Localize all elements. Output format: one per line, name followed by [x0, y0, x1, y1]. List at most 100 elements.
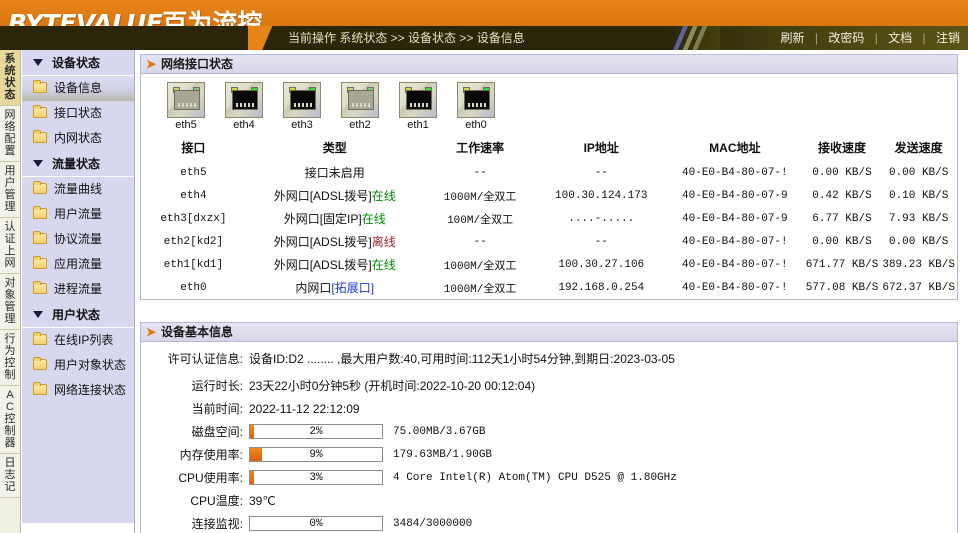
rj45-icon — [457, 82, 495, 118]
uptime-label: 运行时长: — [191, 379, 243, 393]
vtab-char: 管 — [4, 189, 16, 201]
cell-speed: 1000M/全双工 — [443, 283, 517, 296]
sidebar-item-0-0[interactable]: 设备信息 — [22, 76, 134, 101]
change-password-link[interactable]: 改密码 — [828, 31, 864, 45]
vtab-char: 网 — [4, 109, 16, 121]
cell-type: 内网口[拓展口] — [246, 276, 424, 299]
vertical-tab-strip: 系统状态网络配置用户管理认证上网对象管理行为控制AC控制器日志记 — [0, 50, 21, 533]
sidebar-item-2-2[interactable]: 网络连接状态 — [22, 378, 134, 403]
rj45-jack — [174, 90, 200, 110]
sidebar-item-2-1[interactable]: 用户对象状态 — [22, 353, 134, 378]
vtab-5[interactable]: 行为控制 — [0, 330, 20, 386]
port-icon-eth4[interactable]: eth4 — [223, 82, 265, 131]
meter-row-2: CPU使用率: 3% 4 Core Intel(R) Atom(TM) CPU D5… — [141, 469, 957, 486]
folder-icon — [33, 281, 47, 294]
nav-links: 刷新 | 改密码 | 文档 | 注销 — [781, 26, 961, 50]
nav-stripes-decoration — [670, 26, 720, 50]
port-icon-eth3[interactable]: eth3 — [281, 82, 323, 131]
sidebar-item-1-3[interactable]: 应用流量 — [22, 252, 134, 277]
sidebar-item-1-2[interactable]: 协议流量 — [22, 227, 134, 252]
col-header-0: 接口 — [181, 141, 206, 155]
interface-table: 接口 类型 工作速率 IP地址 MAC地址 接收速度 发送速度 eth5 接口未启用 -- -- 4… — [141, 136, 957, 299]
rj45-jack — [232, 90, 258, 110]
col-header-2: 工作速率 — [456, 141, 505, 155]
vtab-char: C — [6, 401, 14, 413]
meter-label: 磁盘空间: — [191, 425, 243, 439]
sidebar-filler — [22, 403, 134, 523]
refresh-link[interactable]: 刷新 — [781, 31, 805, 45]
nav-separator: | — [814, 31, 818, 45]
sidebar-item-label: 在线IP列表 — [54, 333, 114, 347]
meter-detail: 4 Core Intel(R) Atom(TM) CPU D525 @ 1.80… — [393, 471, 677, 484]
app-window: BYTEVALUE百为流控 当前操作 系统状态 >> 设备状态 >> 设备信息 … — [0, 0, 968, 533]
meter-progress: 9% — [249, 447, 383, 462]
network-interface-panel: ➤ 网络接口状态 eth5 eth4 eth3 eth2 eth1 eth0 接口 类型 工作… — [140, 54, 958, 300]
sidebar-item-1-4[interactable]: 进程流量 — [22, 277, 134, 302]
cell-type-main: 内网口 — [295, 281, 332, 295]
meter-progress: 3% — [249, 470, 383, 485]
cell-type: 外网口[固定IP]在线 — [246, 207, 424, 230]
port-icon-eth0[interactable]: eth0 — [455, 82, 497, 131]
sidebar-item-0-2[interactable]: 内网状态 — [22, 126, 134, 151]
table-row: eth3[dxzx] 外网口[固定IP]在线 100M/全双工 ....-..... 4… — [141, 207, 957, 230]
vtab-4[interactable]: 对象管理 — [0, 274, 20, 330]
sidebar-group-1[interactable]: 流量状态 — [22, 151, 134, 177]
meter-percent: 9% — [309, 449, 323, 461]
cell-mac: 40-E0-B4-80-07-! — [682, 258, 788, 271]
sidebar-item-2-0[interactable]: 在线IP列表 — [22, 328, 134, 353]
sidebar-group-2[interactable]: 用户状态 — [22, 302, 134, 328]
folder-icon — [33, 181, 47, 194]
cell-mac: 40-E0-B4-80-07-! — [682, 235, 788, 248]
cell-type-main: 外网口[ADSL拨号] — [273, 258, 372, 272]
network-interface-panel-title-text: 网络接口状态 — [161, 57, 234, 71]
port-icon-row: eth5 eth4 eth3 eth2 eth1 eth0 — [141, 74, 957, 136]
vtab-char: 系 — [4, 53, 16, 65]
vtab-char: 户 — [4, 177, 16, 189]
logout-link[interactable]: 注销 — [936, 31, 960, 45]
cell-mac: 40-E0-B4-80-07-9 — [682, 212, 788, 225]
sidebar-group-label: 设备状态 — [52, 56, 101, 70]
chevron-down-icon — [33, 160, 43, 167]
vtab-char: 日 — [4, 457, 16, 469]
network-interface-panel-title: ➤ 网络接口状态 — [141, 55, 957, 74]
vtab-char: 行 — [4, 333, 16, 345]
cell-tx: 7.93 KB/S — [888, 212, 949, 225]
nav-left-wedge-decoration — [248, 26, 286, 50]
sidebar-item-1-0[interactable]: 流量曲线 — [22, 177, 134, 202]
sidebar-item-label: 用户对象状态 — [54, 358, 127, 372]
table-row: eth0 内网口[拓展口] 1000M/全双工 192.168.0.254 40-E0-… — [141, 276, 957, 299]
sidebar-item-1-1[interactable]: 用户流量 — [22, 202, 134, 227]
sidebar-group-label: 流量状态 — [52, 157, 101, 171]
docs-link[interactable]: 文档 — [888, 31, 912, 45]
interface-table-header-row: 接口 类型 工作速率 IP地址 MAC地址 接收速度 发送速度 — [141, 136, 957, 161]
vtab-2[interactable]: 用户管理 — [0, 162, 20, 218]
content-area: ➤ 网络接口状态 eth5 eth4 eth3 eth2 eth1 eth0 接口 类型 工作… — [136, 50, 968, 533]
port-label: eth5 — [175, 119, 197, 131]
vtab-6[interactable]: AC控制器 — [0, 386, 20, 454]
sidebar-item-label: 设备信息 — [54, 81, 103, 95]
vtab-char: 象 — [4, 289, 16, 301]
cell-rx: 0.00 KB/S — [812, 235, 872, 248]
port-icon-eth1[interactable]: eth1 — [397, 82, 439, 131]
col-header-3: IP地址 — [583, 141, 619, 155]
vtab-char: 志 — [4, 469, 16, 481]
sidebar-item-0-1[interactable]: 接口状态 — [22, 101, 134, 126]
cell-speed: 100M/全双工 — [447, 214, 514, 227]
vtab-char: 理 — [4, 201, 16, 213]
vtab-7[interactable]: 日志记 — [0, 454, 20, 498]
vtab-0[interactable]: 系统状态 — [0, 50, 20, 106]
sidebar-group-0[interactable]: 设备状态 — [22, 50, 134, 76]
vtab-1[interactable]: 网络配置 — [0, 106, 20, 162]
vtab-char: 置 — [4, 145, 16, 157]
vtab-char: 状 — [4, 77, 16, 89]
cell-tx: 0.10 KB/S — [888, 189, 949, 202]
vtab-3[interactable]: 认证上网 — [0, 218, 20, 274]
port-icon-eth5[interactable]: eth5 — [165, 82, 207, 131]
uptime-row: 运行时长: 23天22小时0分钟5秒 (开机时间:2022-10-20 00:1… — [141, 377, 957, 394]
port-icon-eth2[interactable]: eth2 — [339, 82, 381, 131]
cell-ip: -- — [594, 235, 608, 248]
cell-type-state: [拓展口] — [331, 281, 375, 295]
cell-type-state: 离线 — [371, 235, 396, 249]
meter-percent: 2% — [309, 426, 323, 438]
vtab-char: 为 — [4, 345, 16, 357]
